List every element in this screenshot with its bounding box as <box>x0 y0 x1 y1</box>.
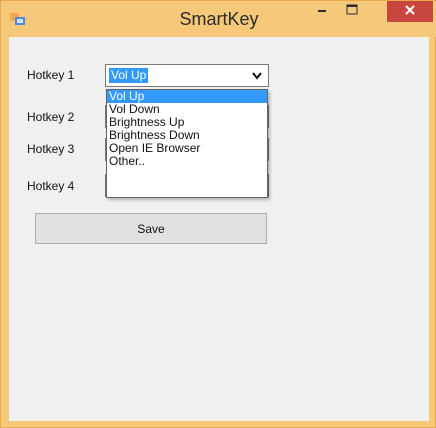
maximize-button[interactable] <box>339 1 365 22</box>
window-title: SmartKey <box>179 9 259 29</box>
hotkey-1-selected-value: Vol Up <box>109 68 149 83</box>
minimize-button[interactable] <box>309 1 335 22</box>
save-button[interactable]: Save <box>35 213 267 244</box>
maximize-icon <box>345 3 359 21</box>
title-bar[interactable]: SmartKey <box>1 1 436 37</box>
hotkey-1-label: Hotkey 1 <box>27 68 75 82</box>
chevron-down-icon <box>252 67 262 85</box>
hotkey-4-label: Hotkey 4 <box>27 179 75 193</box>
app-window: SmartKey Hotkey 1 Hotkey 2 Hotkey 3 Hotk… <box>0 0 436 428</box>
minimize-icon <box>316 3 328 21</box>
hotkey-2-label: Hotkey 2 <box>27 110 75 124</box>
hotkey-3-label: Hotkey 3 <box>27 142 75 156</box>
app-window-icon[interactable] <box>10 12 26 26</box>
hotkey-1-combobox[interactable]: Vol Up <box>105 64 269 87</box>
close-button[interactable] <box>387 1 433 22</box>
dropdown-arrow-button[interactable] <box>248 67 266 84</box>
close-icon <box>404 3 416 21</box>
hotkey-1-dropdown-list[interactable]: Vol Up Vol Down Brightness Up Brightness… <box>106 89 268 198</box>
dropdown-option[interactable]: Other.. <box>107 155 267 168</box>
